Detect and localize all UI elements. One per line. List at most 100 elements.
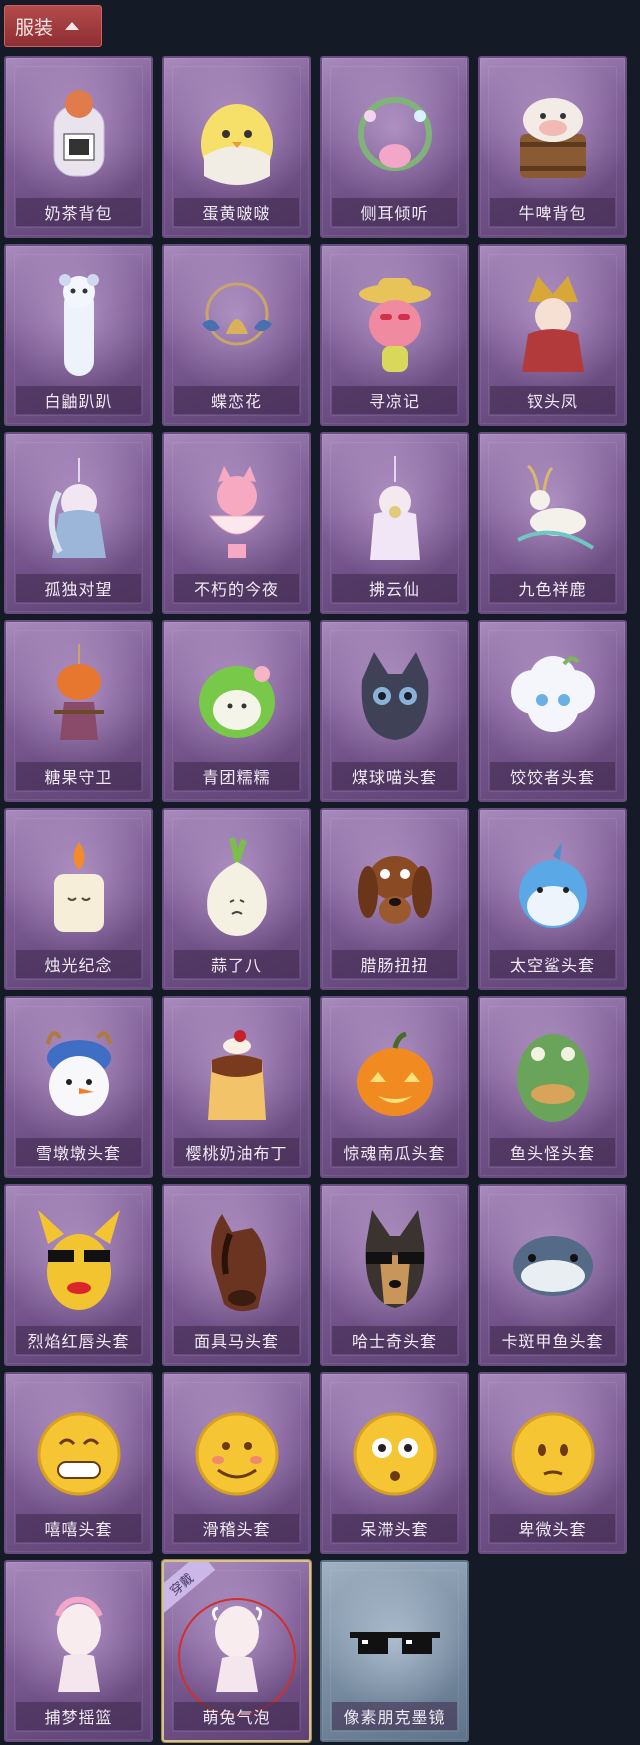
outfit-item-card[interactable]: 蛋黄啵啵 bbox=[162, 56, 311, 238]
outfit-item-label: 面具马头套 bbox=[174, 1326, 299, 1354]
garlic-icon bbox=[182, 828, 292, 948]
outfit-item-card[interactable]: 蒜了八 bbox=[162, 808, 311, 990]
outfit-tab-label: 服装 bbox=[15, 16, 54, 39]
outfit-item-card[interactable]: 呆滞头套 bbox=[320, 1372, 469, 1554]
outfit-item-label: 樱桃奶油布丁 bbox=[174, 1138, 299, 1166]
outfit-item-card[interactable]: 九色祥鹿 bbox=[478, 432, 627, 614]
outfit-item-card[interactable]: 烈焰红唇头套 bbox=[4, 1184, 153, 1366]
outfit-item-card[interactable]: 煤球喵头套 bbox=[320, 620, 469, 802]
outfit-item-card[interactable]: 像素朋克墨镜 bbox=[320, 1560, 469, 1742]
outfit-item-label: 萌兔气泡 bbox=[174, 1702, 299, 1730]
pumpkin-scarecrow-icon bbox=[24, 640, 134, 760]
cow-barrel-icon bbox=[498, 76, 608, 196]
outfit-item-card[interactable]: 青团糯糯 bbox=[162, 620, 311, 802]
outfit-item-card[interactable]: 卡斑甲鱼头套 bbox=[478, 1184, 627, 1366]
outfit-item-label: 惊魂南瓜头套 bbox=[332, 1138, 457, 1166]
outfit-item-label: 寻凉记 bbox=[332, 386, 457, 414]
outfit-item-label: 像素朋克墨镜 bbox=[332, 1702, 457, 1730]
humble-emoji-icon bbox=[498, 1392, 608, 1512]
dumpling-cloud-head-icon bbox=[498, 640, 608, 760]
outfit-item-label: 雪墩墩头套 bbox=[16, 1138, 141, 1166]
fish-head-icon bbox=[498, 1016, 608, 1136]
outfit-item-card[interactable]: 不朽的今夜 bbox=[162, 432, 311, 614]
outfit-item-label: 捕梦摇篮 bbox=[16, 1702, 141, 1730]
outfit-item-card[interactable]: 烛光纪念 bbox=[4, 808, 153, 990]
outfit-item-card[interactable]: 侧耳倾听 bbox=[320, 56, 469, 238]
outfit-item-card[interactable]: 面具马头套 bbox=[162, 1184, 311, 1366]
outfit-item-card[interactable]: 捕梦摇篮 bbox=[4, 1560, 153, 1742]
outfit-item-card[interactable]: 卑微头套 bbox=[478, 1372, 627, 1554]
outfit-item-card[interactable]: 太空鲨头套 bbox=[478, 808, 627, 990]
dream-cradle-head-icon bbox=[24, 1580, 134, 1700]
outfit-item-label: 青团糯糯 bbox=[174, 762, 299, 790]
outfit-item-label: 钗头凤 bbox=[490, 386, 615, 414]
outfit-item-label: 蛋黄啵啵 bbox=[174, 198, 299, 226]
outfit-item-label: 烛光纪念 bbox=[16, 950, 141, 978]
outfit-item-card[interactable]: 樱桃奶油布丁 bbox=[162, 996, 311, 1178]
selection-ring bbox=[178, 1598, 296, 1716]
outfit-item-label: 奶茶背包 bbox=[16, 198, 141, 226]
outfit-item-card[interactable]: 牛啤背包 bbox=[478, 56, 627, 238]
outfit-item-label: 鱼头怪头套 bbox=[490, 1138, 615, 1166]
pumpkin-head-icon bbox=[340, 1016, 450, 1136]
outfit-item-card[interactable]: 鱼头怪头套 bbox=[478, 996, 627, 1178]
outfit-item-label: 牛啤背包 bbox=[490, 198, 615, 226]
outfit-item-label: 呆滞头套 bbox=[332, 1514, 457, 1542]
outfit-item-label: 侧耳倾听 bbox=[332, 198, 457, 226]
outfit-item-card[interactable]: 拂云仙 bbox=[320, 432, 469, 614]
outfit-item-card[interactable]: 钗头凤 bbox=[478, 244, 627, 426]
outfit-item-card[interactable]: 糖果守卫 bbox=[4, 620, 153, 802]
dachshund-head-icon bbox=[340, 828, 450, 948]
outfit-item-label: 哈士奇头套 bbox=[332, 1326, 457, 1354]
outfit-item-card[interactable]: 寻凉记 bbox=[320, 244, 469, 426]
shark-head-icon bbox=[498, 828, 608, 948]
outfit-item-card[interactable]: 腊肠扭扭 bbox=[320, 808, 469, 990]
outfit-item-card[interactable]: 惊魂南瓜头套 bbox=[320, 996, 469, 1178]
outfit-item-label: 腊肠扭扭 bbox=[332, 950, 457, 978]
pink-creature-hat-icon bbox=[340, 264, 450, 384]
candle-icon bbox=[24, 828, 134, 948]
outfit-item-label: 嘻嘻头套 bbox=[16, 1514, 141, 1542]
outfit-item-card[interactable]: 哈士奇头套 bbox=[320, 1184, 469, 1366]
outfit-item-label: 煤球喵头套 bbox=[332, 762, 457, 790]
chick-egg-icon bbox=[182, 76, 292, 196]
outfit-item-card[interactable]: 饺饺者头套 bbox=[478, 620, 627, 802]
grin-emoji-icon bbox=[24, 1392, 134, 1512]
pixel-sunglasses-icon bbox=[340, 1580, 450, 1700]
spotted-fish-head-icon bbox=[498, 1204, 608, 1324]
outfit-item-label: 不朽的今夜 bbox=[174, 574, 299, 602]
pudding-icon bbox=[182, 1016, 292, 1136]
chevron-up-icon bbox=[65, 22, 80, 30]
outfit-item-label: 白鼬趴趴 bbox=[16, 386, 141, 414]
outfit-item-label: 拂云仙 bbox=[332, 574, 457, 602]
outfit-item-label: 九色祥鹿 bbox=[490, 574, 615, 602]
outfit-item-card[interactable]: 穿戴 萌兔气泡 bbox=[162, 1560, 311, 1742]
outfit-item-label: 饺饺者头套 bbox=[490, 762, 615, 790]
black-cat-head-icon bbox=[340, 640, 450, 760]
outfit-item-label: 卑微头套 bbox=[490, 1514, 615, 1542]
milk-tea-backpack-icon bbox=[24, 76, 134, 196]
outfit-item-label: 糖果守卫 bbox=[16, 762, 141, 790]
outfit-item-card[interactable]: 奶茶背包 bbox=[4, 56, 153, 238]
green-dumpling-icon bbox=[182, 640, 292, 760]
outfit-grid: 奶茶背包 蛋黄啵啵 侧耳倾听 牛啤背包 白鼬趴趴 蝶恋花 寻凉记 钗头凤 孤独对… bbox=[4, 56, 627, 1742]
outfit-item-card[interactable]: 滑稽头套 bbox=[162, 1372, 311, 1554]
butterfly-bell-icon bbox=[182, 264, 292, 384]
fairy-charm-icon bbox=[24, 452, 134, 572]
outfit-item-card[interactable]: 孤独对望 bbox=[4, 432, 153, 614]
outfit-item-card[interactable]: 白鼬趴趴 bbox=[4, 244, 153, 426]
horse-head-icon bbox=[182, 1204, 292, 1324]
outfit-item-card[interactable]: 嘻嘻头套 bbox=[4, 1372, 153, 1554]
pink-fox-bowl-icon bbox=[182, 452, 292, 572]
outfit-item-label: 烈焰红唇头套 bbox=[16, 1326, 141, 1354]
yellow-mouse-head-icon bbox=[24, 1204, 134, 1324]
flower-wreath-icon bbox=[340, 76, 450, 196]
outfit-item-label: 太空鲨头套 bbox=[490, 950, 615, 978]
phoenix-crown-doll-icon bbox=[498, 264, 608, 384]
smirk-emoji-icon bbox=[182, 1392, 292, 1512]
stare-emoji-icon bbox=[340, 1392, 450, 1512]
outfit-item-label: 滑稽头套 bbox=[174, 1514, 299, 1542]
outfit-tab[interactable]: 服装 bbox=[4, 5, 102, 47]
outfit-item-card[interactable]: 蝶恋花 bbox=[162, 244, 311, 426]
outfit-item-card[interactable]: 雪墩墩头套 bbox=[4, 996, 153, 1178]
